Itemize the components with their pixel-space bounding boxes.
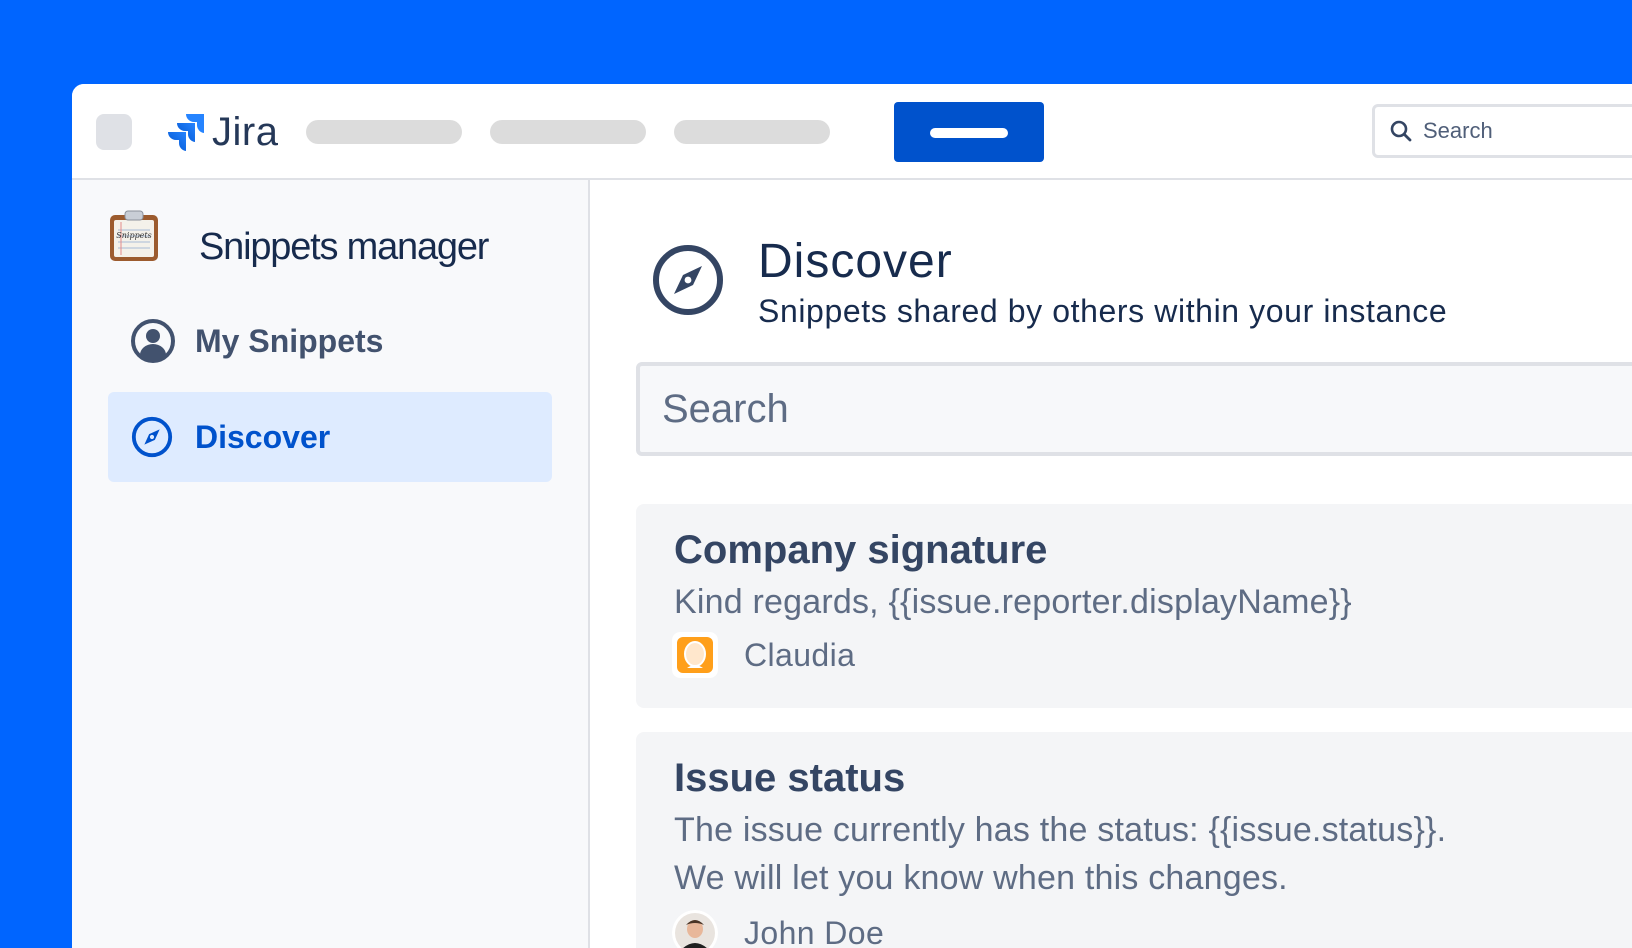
main-content: Discover Snippets shared by others withi… bbox=[590, 180, 1632, 948]
jira-logo-icon bbox=[168, 114, 204, 151]
app-switcher-button[interactable] bbox=[96, 114, 132, 150]
snippet-card[interactable]: Issue status The issue currently has the… bbox=[636, 732, 1632, 948]
sidebar: Snippets Snippets manager My Snippets Di… bbox=[72, 180, 590, 948]
create-button-label-placeholder bbox=[930, 128, 1008, 138]
snippet-author: John Doe bbox=[672, 910, 884, 948]
snippet-title: Issue status bbox=[674, 756, 906, 800]
search-icon bbox=[1390, 120, 1412, 142]
avatar bbox=[672, 632, 718, 678]
jira-logo[interactable]: Jira bbox=[166, 110, 278, 154]
snippet-author: Claudia bbox=[672, 632, 855, 678]
snippets-app-icon: Snippets bbox=[110, 210, 158, 261]
snippet-card[interactable]: Company signature Kind regards, {{issue.… bbox=[636, 504, 1632, 708]
create-button[interactable] bbox=[894, 102, 1044, 162]
page-title: Discover bbox=[758, 235, 953, 288]
author-name: Claudia bbox=[744, 636, 856, 673]
user-circle-icon bbox=[131, 319, 175, 363]
global-search-placeholder: Search bbox=[1423, 118, 1493, 143]
author-name: John Doe bbox=[744, 914, 885, 948]
page-subtitle: Snippets shared by others within your in… bbox=[758, 293, 1448, 329]
app-title: Snippets manager bbox=[199, 226, 489, 268]
snippet-body-line: We will let you know when this changes. bbox=[674, 859, 1288, 897]
jira-wordmark: Jira bbox=[212, 109, 279, 154]
app-window: Jira Search Snippets Snippets manager My… bbox=[72, 84, 1632, 948]
nav-item-placeholder-3[interactable] bbox=[674, 120, 830, 144]
snippet-title: Company signature bbox=[674, 528, 1048, 572]
snippet-body-line: The issue currently has the status: {{is… bbox=[674, 811, 1447, 849]
snippets-app-icon-label: Snippets bbox=[116, 231, 152, 240]
snippet-body: The issue currently has the status: {{is… bbox=[674, 806, 1446, 902]
top-navigation: Jira Search bbox=[72, 84, 1632, 180]
compass-icon bbox=[131, 416, 173, 458]
global-search-field[interactable]: Search bbox=[1372, 104, 1632, 158]
compass-icon bbox=[653, 245, 723, 315]
nav-item-placeholder-2[interactable] bbox=[490, 120, 646, 144]
sidebar-item-discover[interactable]: Discover bbox=[108, 392, 552, 482]
nav-item-placeholder-1[interactable] bbox=[306, 120, 462, 144]
snippet-body: Kind regards, {{issue.reporter.displayNa… bbox=[674, 578, 1352, 626]
avatar bbox=[672, 910, 718, 948]
sidebar-item-my-snippets[interactable]: My Snippets bbox=[108, 296, 552, 386]
snippet-body-line: Kind regards, {{issue.reporter.displayNa… bbox=[674, 583, 1352, 621]
sidebar-item-label: Discover bbox=[195, 418, 331, 455]
snippet-search-input[interactable] bbox=[636, 362, 1632, 456]
sidebar-item-label: My Snippets bbox=[195, 322, 384, 359]
